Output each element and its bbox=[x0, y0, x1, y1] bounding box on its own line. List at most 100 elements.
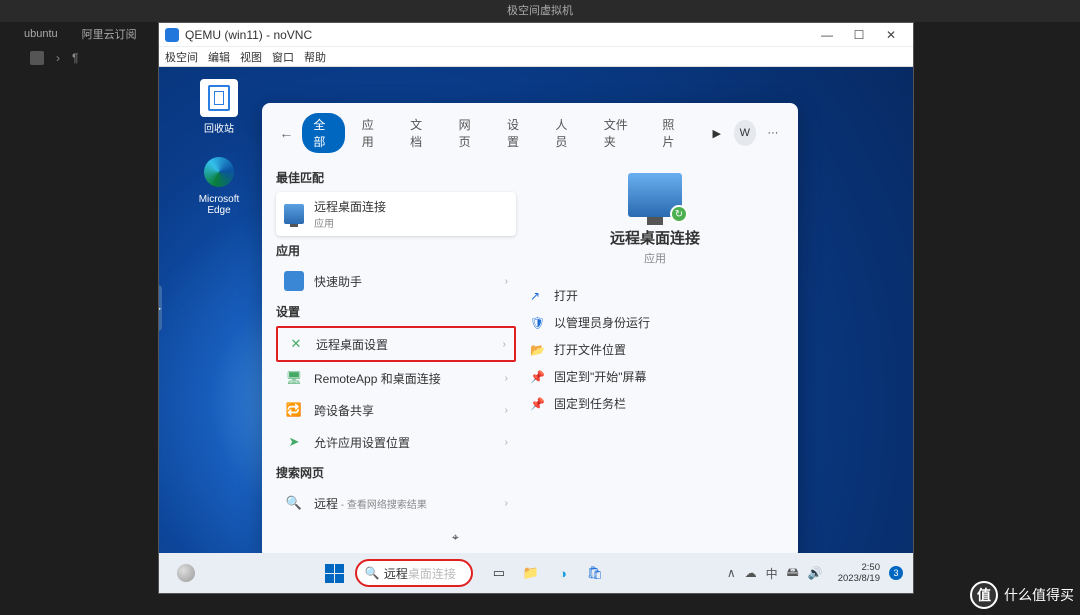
result-title: 快速助手 bbox=[314, 273, 362, 290]
file-icon bbox=[30, 51, 44, 65]
filter-folders[interactable]: 文件夹 bbox=[593, 113, 646, 153]
result-title: 远程桌面设置 bbox=[316, 336, 388, 353]
section-web: 搜索网页 bbox=[276, 464, 516, 481]
folder-icon: 📂 bbox=[530, 343, 544, 357]
taskbar-pinned: ▭ 📁 ◑ 🛍 bbox=[487, 561, 607, 585]
start-search-panel: ← 全部 应用 文档 网页 设置 人员 文件夹 照片 ▶ W ··· 最佳匹配 bbox=[262, 103, 798, 553]
start-header: ← 全部 应用 文档 网页 设置 人员 文件夹 照片 ▶ W ··· bbox=[262, 103, 798, 163]
result-cross-device-share[interactable]: 🔁 跨设备共享 › bbox=[276, 394, 516, 426]
taskbar-search-input[interactable]: 🔍 远程桌面连接 bbox=[355, 559, 473, 587]
search-icon: 🔍 bbox=[365, 566, 380, 580]
result-web-search[interactable]: 🔍 远程 - 查看网络搜索结果 › bbox=[276, 487, 516, 519]
action-run-admin[interactable]: 🛡以管理员身份运行 bbox=[526, 309, 784, 336]
result-title: 跨设备共享 bbox=[314, 402, 374, 419]
chevron-right-icon: › bbox=[503, 339, 506, 350]
desktop-icon-edge[interactable]: Microsoft Edge bbox=[189, 153, 249, 216]
filter-docs[interactable]: 文档 bbox=[399, 113, 441, 153]
desktop-icon-recycle-bin[interactable]: 回收站 bbox=[189, 79, 249, 135]
results-column: 最佳匹配 远程桌面连接 应用 应用 快速助手 › 设置 bbox=[276, 163, 516, 549]
pin-edge[interactable]: ◑ bbox=[551, 561, 575, 585]
weather-icon bbox=[177, 564, 195, 582]
filter-web[interactable]: 网页 bbox=[448, 113, 490, 153]
location-icon: ➤ bbox=[284, 432, 304, 452]
menu-help[interactable]: 帮助 bbox=[304, 49, 326, 65]
quick-assist-icon bbox=[284, 271, 304, 291]
filter-people[interactable]: 人员 bbox=[544, 113, 586, 153]
result-title: 远程 - 查看网络搜索结果 bbox=[314, 495, 427, 512]
pin-explorer[interactable]: 📁 bbox=[519, 561, 543, 585]
result-remote-desktop-connection[interactable]: 远程桌面连接 应用 bbox=[276, 192, 516, 236]
vnc-title-text: QEMU (win11) - noVNC bbox=[185, 28, 312, 42]
tray-volume-icon[interactable]: 🔊 bbox=[808, 566, 823, 580]
filter-settings[interactable]: 设置 bbox=[496, 113, 538, 153]
pin-store[interactable]: 🛍 bbox=[583, 561, 607, 585]
host-tab-ubuntu[interactable]: ubuntu bbox=[24, 28, 58, 40]
action-open-location[interactable]: 📂打开文件位置 bbox=[526, 336, 784, 363]
chevron-right-icon: › bbox=[505, 276, 508, 287]
menu-edit[interactable]: 编辑 bbox=[208, 49, 230, 65]
watermark: 值 什么值得买 bbox=[970, 581, 1074, 609]
action-pin-taskbar[interactable]: 📌固定到任务栏 bbox=[526, 390, 784, 417]
result-remoteapp[interactable]: 🖥 RemoteApp 和桌面连接 › bbox=[276, 362, 516, 394]
taskbar-clock[interactable]: 2:50 2023/8/19 bbox=[838, 562, 880, 584]
shield-icon: 🛡 bbox=[530, 316, 544, 330]
vnc-menubar: 极空间 编辑 视图 窗口 帮助 bbox=[159, 47, 913, 67]
user-avatar[interactable]: W bbox=[734, 120, 756, 146]
vnc-window: QEMU (win11) - noVNC — ☐ ✕ 极空间 编辑 视图 窗口 … bbox=[158, 22, 914, 594]
filter-photos[interactable]: 照片 bbox=[651, 113, 693, 153]
vnc-app-icon bbox=[165, 28, 179, 42]
action-pin-start[interactable]: 📌固定到"开始"屏幕 bbox=[526, 363, 784, 390]
settings-icon: ✕ bbox=[286, 334, 306, 354]
pin-icon: 📌 bbox=[530, 370, 544, 384]
vnc-minimize-button[interactable]: — bbox=[811, 28, 843, 42]
start-button[interactable] bbox=[323, 561, 347, 585]
taskbar-weather[interactable] bbox=[169, 564, 203, 582]
host-tab-aliyun[interactable]: 阿里云订阅 bbox=[82, 26, 137, 42]
tray-network-icon[interactable]: 🖴 bbox=[787, 563, 799, 584]
menu-jikongjian[interactable]: 极空间 bbox=[165, 49, 198, 65]
back-button[interactable]: ← bbox=[276, 121, 296, 145]
remoteapp-icon: 🖥 bbox=[284, 368, 304, 388]
preview-app-icon: ↻ bbox=[628, 173, 682, 217]
section-apps: 应用 bbox=[276, 242, 516, 259]
header-more-button[interactable]: ··· bbox=[762, 120, 784, 146]
watermark-text: 什么值得买 bbox=[1004, 585, 1074, 605]
vnc-close-button[interactable]: ✕ bbox=[875, 28, 907, 42]
watermark-badge-icon: 值 bbox=[970, 581, 998, 609]
menu-window[interactable]: 窗口 bbox=[272, 49, 294, 65]
share-icon: 🔁 bbox=[284, 400, 304, 420]
chevron-right-icon: › bbox=[505, 437, 508, 448]
result-quick-assist[interactable]: 快速助手 › bbox=[276, 265, 516, 297]
vnc-titlebar[interactable]: QEMU (win11) - noVNC — ☐ ✕ bbox=[159, 23, 913, 47]
filter-apps[interactable]: 应用 bbox=[351, 113, 393, 153]
vnc-side-handle[interactable]: ▶ bbox=[159, 285, 162, 331]
section-best-match: 最佳匹配 bbox=[276, 169, 516, 186]
desktop-icon-label: Microsoft Edge bbox=[199, 194, 240, 216]
chevron-right-icon: › bbox=[505, 405, 508, 416]
result-title: 远程桌面连接 bbox=[314, 198, 386, 215]
result-remote-desktop-settings[interactable]: ✕ 远程桌面设置 › bbox=[276, 326, 516, 362]
windows-desktop[interactable]: 回收站 Microsoft Edge ▶ ← 全部 应用 文档 网页 设置 人员… bbox=[159, 67, 913, 553]
tray-overflow[interactable]: ∧ bbox=[727, 566, 736, 580]
chevron-right-icon: › bbox=[505, 498, 508, 509]
tray-onedrive-icon[interactable]: ☁ bbox=[745, 566, 757, 580]
taskbar: 🔍 远程桌面连接 ▭ 📁 ◑ 🛍 ∧ ☁ 中 🖴 🔊 2:50 2023/8/1… bbox=[159, 553, 913, 593]
preview-column: ↻ 远程桌面连接 应用 ↗打开 🛡以管理员身份运行 📂打开文件位置 📌固定到"开… bbox=[526, 163, 784, 549]
tray-ime-icon[interactable]: 中 bbox=[766, 565, 778, 582]
vnc-maximize-button[interactable]: ☐ bbox=[843, 28, 875, 42]
notification-badge[interactable]: 3 bbox=[889, 566, 903, 580]
filter-all[interactable]: 全部 bbox=[302, 113, 344, 153]
crumb-end: ¶ bbox=[72, 51, 78, 65]
system-tray: ∧ ☁ 中 🖴 🔊 2:50 2023/8/19 3 bbox=[727, 562, 903, 584]
search-text: 远程桌面连接 bbox=[384, 565, 456, 582]
result-allow-app-location[interactable]: ➤ 允许应用设置位置 › bbox=[276, 426, 516, 458]
preview-subtitle: 应用 bbox=[644, 250, 666, 266]
action-open[interactable]: ↗打开 bbox=[526, 282, 784, 309]
menu-view[interactable]: 视图 bbox=[240, 49, 262, 65]
search-icon: 🔍 bbox=[284, 493, 304, 513]
result-title: 允许应用设置位置 bbox=[314, 434, 410, 451]
pin-task-view[interactable]: ▭ bbox=[487, 561, 511, 585]
host-title: 极空间虚拟机 bbox=[0, 0, 1080, 22]
crumb-sep: › bbox=[56, 51, 60, 65]
header-overflow-play[interactable]: ▶ bbox=[706, 120, 728, 146]
